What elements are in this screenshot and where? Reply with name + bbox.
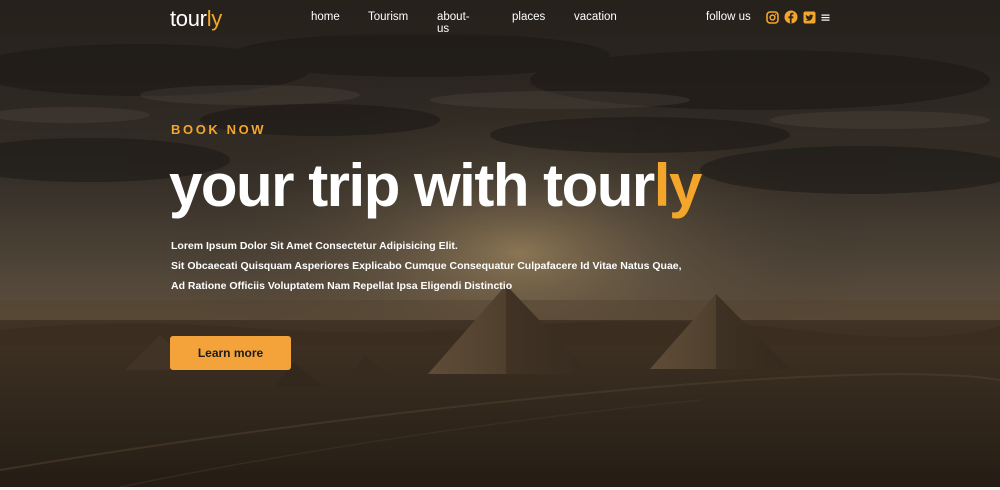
menu-icon[interactable]: [821, 13, 830, 22]
hero-description: Lorem Ipsum Dolor Sit Amet Consectetur A…: [171, 236, 682, 296]
hero-description-line: Sit Obcaecati Quisquam Asperiores Explic…: [171, 260, 682, 272]
nav-link-places[interactable]: places: [512, 11, 545, 23]
hero-headline: your trip with tourly: [169, 150, 703, 222]
hero-eyebrow: BOOK NOW: [171, 122, 267, 137]
nav-link-tourism[interactable]: Tourism: [368, 11, 408, 23]
hero-headline-accent: ly: [653, 152, 703, 219]
top-navbar: tourly home Tourism about-us places vaca…: [0, 0, 1000, 36]
hero-description-line: Ad Ratione Officiis Voluptatem Nam Repel…: [171, 280, 513, 292]
nav-link-home[interactable]: home: [311, 11, 340, 23]
hero-page: tourly home Tourism about-us places vaca…: [0, 0, 1000, 487]
instagram-icon[interactable]: [766, 10, 779, 24]
brand-name-accent: ly: [206, 6, 223, 31]
nav-link-vacation[interactable]: vacation: [574, 11, 617, 23]
social-links: [766, 10, 830, 24]
nav-link-about-us[interactable]: about-us: [437, 11, 470, 35]
twitter-icon[interactable]: [803, 11, 816, 24]
follow-us-label: follow us: [706, 11, 751, 23]
facebook-icon[interactable]: [784, 10, 798, 24]
hero-description-line: Lorem Ipsum Dolor Sit Amet Consectetur A…: [171, 240, 458, 252]
brand-name-main: tour: [170, 6, 207, 31]
brand-logo[interactable]: tourly: [170, 6, 222, 32]
learn-more-button[interactable]: Learn more: [170, 336, 291, 370]
hero-headline-main: your trip with tour: [169, 152, 655, 219]
